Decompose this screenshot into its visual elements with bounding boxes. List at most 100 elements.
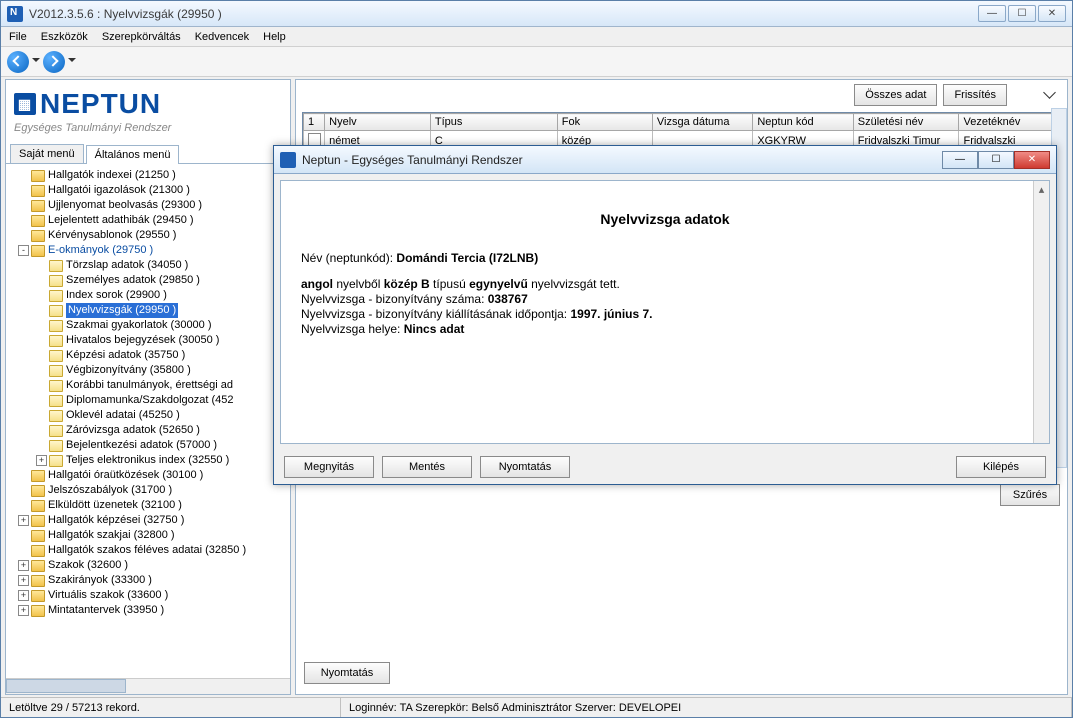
page-icon bbox=[49, 410, 63, 422]
expand-icon[interactable]: + bbox=[18, 605, 29, 616]
page-icon bbox=[49, 425, 63, 437]
dialog-vscroll[interactable]: ▴ bbox=[1033, 181, 1049, 443]
tree-hscroll[interactable] bbox=[6, 678, 290, 694]
lang-value: angol bbox=[301, 277, 333, 291]
forward-dropdown[interactable] bbox=[67, 51, 77, 73]
dialog-close[interactable]: ✕ bbox=[1014, 151, 1050, 169]
page-icon bbox=[49, 320, 63, 332]
tree-item[interactable]: Index sorok (29900 ) bbox=[8, 288, 290, 303]
menu-favs[interactable]: Kedvencek bbox=[195, 31, 249, 43]
col-type[interactable]: Típus bbox=[430, 114, 557, 131]
tree-label: Hallgatói óraütközések (30100 ) bbox=[48, 468, 203, 483]
exit-button[interactable]: Kilépés bbox=[956, 456, 1046, 478]
tree-item[interactable]: +Hallgatók képzései (32750 ) bbox=[8, 513, 290, 528]
tree-item[interactable]: Lejelentett adathibák (29450 ) bbox=[8, 213, 290, 228]
dialog-minimize[interactable]: — bbox=[942, 151, 978, 169]
tree-item[interactable]: Oklevél adatai (45250 ) bbox=[8, 408, 290, 423]
col-num[interactable]: 1 bbox=[304, 114, 325, 131]
page-icon bbox=[49, 365, 63, 377]
tree-item[interactable]: Hivatalos bejegyzések (30050 ) bbox=[8, 333, 290, 348]
col-surname[interactable]: Vezetéknév bbox=[959, 114, 1060, 131]
tree-item[interactable]: +Teljes elektronikus index (32550 ) bbox=[8, 453, 290, 468]
all-data-button[interactable]: Összes adat bbox=[854, 84, 937, 106]
tree-item[interactable]: -E-okmányok (29750 ) bbox=[8, 243, 290, 258]
tree-item[interactable]: Hallgatók szakjai (32800 ) bbox=[8, 528, 290, 543]
navigation-tree[interactable]: Hallgatók indexei (21250 )Hallgatói igaz… bbox=[6, 164, 290, 678]
menu-help[interactable]: Help bbox=[263, 31, 286, 43]
col-date[interactable]: Vizsga dátuma bbox=[652, 114, 752, 131]
tree-item[interactable]: Hallgatók indexei (21250 ) bbox=[8, 168, 290, 183]
expand-icon[interactable]: - bbox=[18, 245, 29, 256]
dialog-title-bar[interactable]: Neptun - Egységes Tanulmányi Rendszer — … bbox=[274, 146, 1056, 174]
tree-item[interactable]: Jelszószabályok (31700 ) bbox=[8, 483, 290, 498]
col-code[interactable]: Neptun kód bbox=[753, 114, 853, 131]
expand-icon[interactable]: + bbox=[18, 560, 29, 571]
dialog-maximize[interactable]: ☐ bbox=[978, 151, 1014, 169]
folder-icon bbox=[31, 605, 45, 617]
tree-label: Szakok (32600 ) bbox=[48, 558, 128, 573]
tree-label: Végbizonyítvány (35800 ) bbox=[66, 363, 191, 378]
expand-icon[interactable]: + bbox=[36, 455, 47, 466]
save-button[interactable]: Mentés bbox=[382, 456, 472, 478]
page-icon bbox=[49, 290, 63, 302]
tree-item[interactable]: Diplomamunka/Szakdolgozat (452 bbox=[8, 393, 290, 408]
tree-item[interactable]: Hallgatók szakos féléves adatai (32850 ) bbox=[8, 543, 290, 558]
tab-general-menu[interactable]: Általános menü bbox=[86, 145, 180, 164]
tree-item[interactable]: Ujjlenyomat beolvasás (29300 ) bbox=[8, 198, 290, 213]
menu-tools[interactable]: Eszközök bbox=[41, 31, 88, 43]
folder-icon bbox=[31, 515, 45, 527]
back-button[interactable] bbox=[7, 51, 29, 73]
tree-item[interactable]: Nyelvvizsgák (29950 ) bbox=[8, 303, 290, 318]
grid-header-row: 1 Nyelv Típus Fok Vizsga dátuma Neptun k… bbox=[304, 114, 1060, 131]
folder-icon bbox=[31, 545, 45, 557]
expand-icon[interactable]: + bbox=[18, 575, 29, 586]
tree-item[interactable]: Személyes adatok (29850 ) bbox=[8, 273, 290, 288]
tree-item[interactable]: Korábbi tanulmányok, érettségi ad bbox=[8, 378, 290, 393]
pin-icon[interactable] bbox=[1043, 88, 1057, 102]
tree-item[interactable]: + Szakok (32600 ) bbox=[8, 558, 290, 573]
tree-item[interactable]: Törzslap adatok (34050 ) bbox=[8, 258, 290, 273]
tab-own-menu[interactable]: Saját menü bbox=[10, 144, 84, 163]
tree-label: Bejelentkezési adatok (57000 ) bbox=[66, 438, 217, 453]
tree-label: Kérvénysablonok (29550 ) bbox=[48, 228, 176, 243]
refresh-button[interactable]: Frissítés bbox=[943, 84, 1007, 106]
tree-item[interactable]: Képzési adatok (35750 ) bbox=[8, 348, 290, 363]
tree-item[interactable]: +Mintatantervek (33950 ) bbox=[8, 603, 290, 618]
filter-button[interactable]: Szűrés bbox=[1000, 484, 1060, 506]
forward-button[interactable] bbox=[43, 51, 65, 73]
col-lang[interactable]: Nyelv bbox=[325, 114, 431, 131]
tree-item[interactable]: Kérvénysablonok (29550 ) bbox=[8, 228, 290, 243]
tree-item[interactable]: Hallgatói óraütközések (30100 ) bbox=[8, 468, 290, 483]
open-button[interactable]: Megnyitás bbox=[284, 456, 374, 478]
tree-item[interactable]: Elküldött üzenetek (32100 ) bbox=[8, 498, 290, 513]
back-dropdown[interactable] bbox=[31, 51, 41, 73]
logo-subtitle: Egységes Tanulmányi Rendszer bbox=[14, 122, 282, 134]
name-label: Név (neptunkód): bbox=[301, 251, 393, 265]
folder-icon bbox=[31, 470, 45, 482]
logo-icon: ▦ bbox=[14, 93, 36, 115]
maximize-button[interactable]: ☐ bbox=[1008, 5, 1036, 22]
folder-icon bbox=[31, 590, 45, 602]
menu-roles[interactable]: Szerepkörváltás bbox=[102, 31, 181, 43]
scroll-up-icon[interactable]: ▴ bbox=[1034, 181, 1049, 197]
print-button-main[interactable]: Nyomtatás bbox=[304, 662, 390, 684]
col-level[interactable]: Fok bbox=[557, 114, 652, 131]
tree-item[interactable]: Bejelentkezési adatok (57000 ) bbox=[8, 438, 290, 453]
tree-item[interactable]: Hallgatói igazolások (21300 ) bbox=[8, 183, 290, 198]
print-button[interactable]: Nyomtatás bbox=[480, 456, 570, 478]
tree-item[interactable]: +Virtuális szakok (33600 ) bbox=[8, 588, 290, 603]
expand-icon[interactable]: + bbox=[18, 590, 29, 601]
expand-icon[interactable]: + bbox=[18, 515, 29, 526]
tree-item[interactable]: Szakmai gyakorlatok (30000 ) bbox=[8, 318, 290, 333]
tree-label: Záróvizsga adatok (52650 ) bbox=[66, 423, 200, 438]
col-birth[interactable]: Születési név bbox=[853, 114, 959, 131]
tree-item[interactable]: +Szakirányok (33300 ) bbox=[8, 573, 290, 588]
menu-file[interactable]: File bbox=[9, 31, 27, 43]
tree-label: Ujjlenyomat beolvasás (29300 ) bbox=[48, 198, 202, 213]
tree-item[interactable]: Záróvizsga adatok (52650 ) bbox=[8, 423, 290, 438]
title-bar: V2012.3.5.6 : Nyelvvizsgák (29950 ) — ☐ … bbox=[1, 1, 1072, 27]
close-button[interactable]: ✕ bbox=[1038, 5, 1066, 22]
minimize-button[interactable]: — bbox=[978, 5, 1006, 22]
tree-item[interactable]: Végbizonyítvány (35800 ) bbox=[8, 363, 290, 378]
name-value: Domándi Tercia (I72LNB) bbox=[396, 251, 538, 265]
